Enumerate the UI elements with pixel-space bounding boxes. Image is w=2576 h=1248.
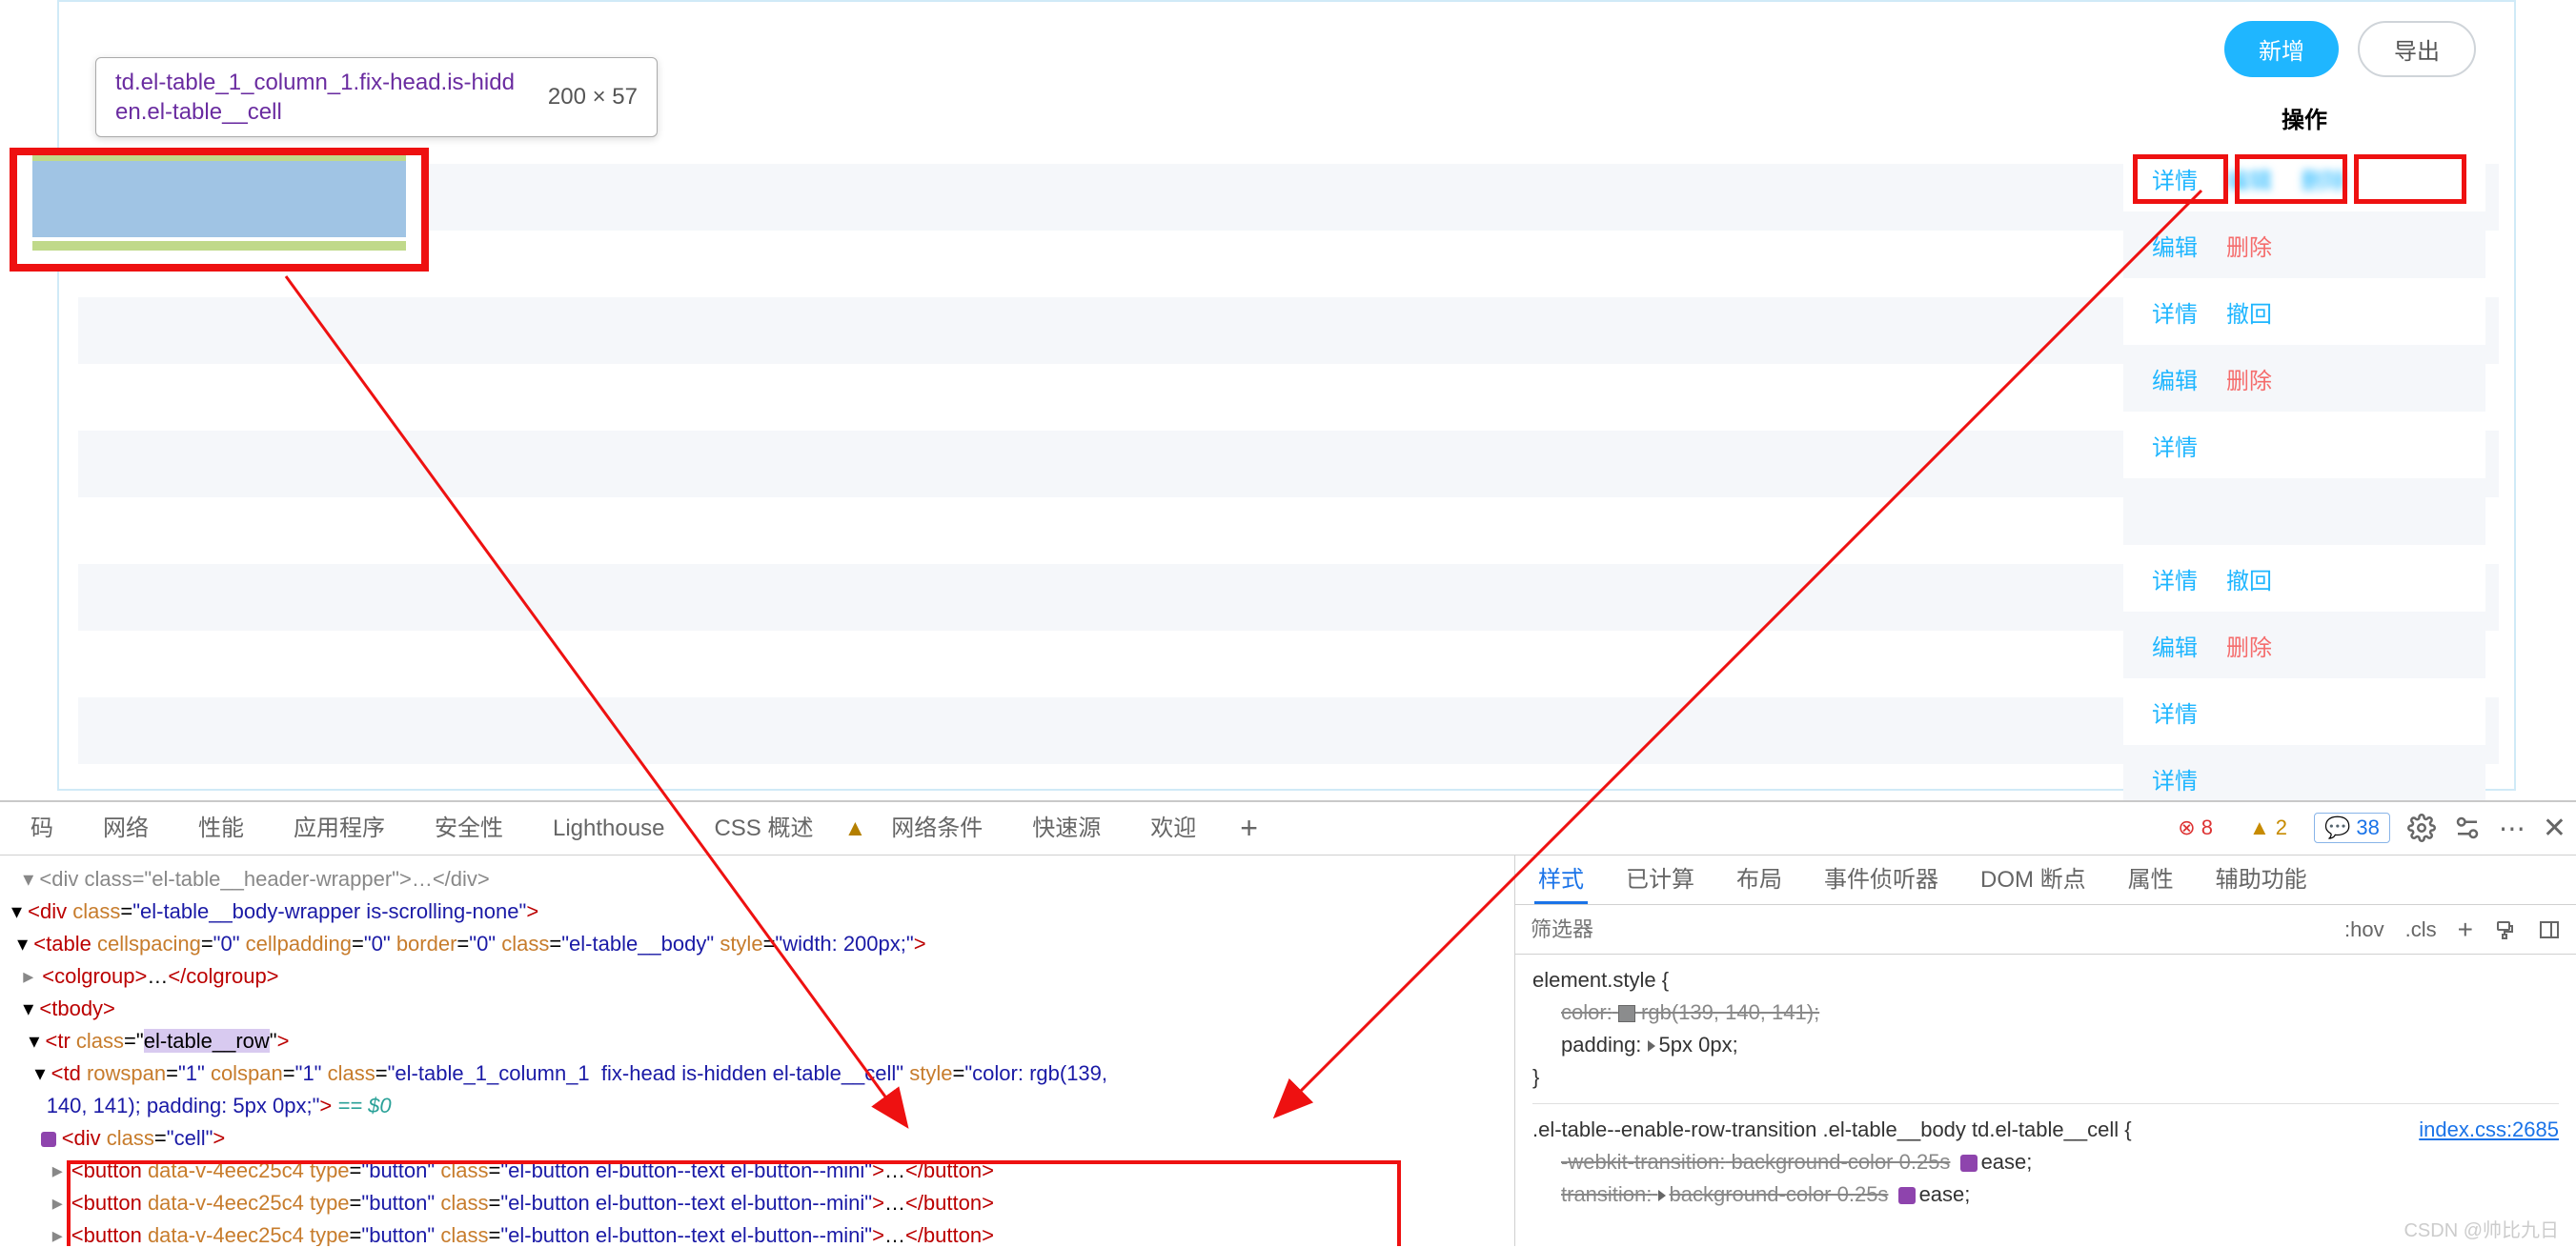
operation-column: 操作 详情编辑删除编辑删除详情撤回编辑删除详情详情撤回编辑删除详情详情 [2123, 97, 2485, 812]
error-badge[interactable]: ⊗ 8 [2168, 814, 2222, 842]
action-link[interactable]: 详情 [2152, 762, 2198, 795]
action-link[interactable]: 详情 [2152, 295, 2198, 329]
action-link[interactable]: 删除 [2226, 362, 2272, 395]
source-link[interactable]: index.css:2685 [2419, 1114, 2559, 1146]
styles-subtab[interactable]: 已计算 [1622, 856, 1698, 904]
export-button[interactable]: 导出 [2358, 21, 2476, 77]
devtools-tabs: 码网络性能应用程序安全性LighthouseCSS 概述▲网络条件快速源欢迎 +… [0, 802, 2576, 855]
styles-pane: 样式已计算布局事件侦听器 DOM 断点属性辅助功能 :hov .cls + ele… [1515, 855, 2576, 1246]
operation-row: 编辑删除 [2123, 612, 2485, 678]
watermark: CSDN @帅比九日 [2404, 1215, 2559, 1242]
new-rule-icon[interactable]: + [2458, 915, 2473, 945]
action-link[interactable]: 编辑 [2152, 229, 2198, 262]
devtools-tab[interactable]: 网络 [78, 815, 173, 841]
operation-row: 详情撤回 [2123, 278, 2485, 345]
styles-subtab[interactable]: 事件侦听器 [1820, 856, 1942, 904]
devtools-tab[interactable]: CSS 概述 [689, 815, 838, 841]
devtools-tab[interactable]: Lighthouse [528, 815, 689, 841]
tooltip-dimensions: 200 × 57 [548, 84, 638, 111]
dom-tree-pane[interactable]: ▾ <div class="el-table__header-wrapper">… [0, 855, 1515, 1246]
close-icon[interactable]: ✕ [2543, 812, 2566, 845]
styles-subtabs: 样式已计算布局事件侦听器 DOM 断点属性辅助功能 [1515, 855, 2576, 905]
add-button[interactable]: 新增 [2224, 21, 2339, 77]
devtools-tab[interactable]: 应用程序 [269, 815, 410, 841]
highlight-box [67, 1160, 1401, 1246]
cls-toggle[interactable]: .cls [2405, 917, 2437, 942]
computed-sidebar-icon[interactable] [2538, 918, 2561, 941]
devtools-tab[interactable]: 快速源 [1007, 815, 1126, 841]
inspected-cell-highlight [10, 148, 429, 272]
styles-filter-input[interactable] [1531, 917, 1816, 942]
highlight-box [2133, 154, 2228, 204]
operation-row: 详情 [2123, 412, 2485, 478]
highlight-box [2354, 154, 2466, 204]
action-link[interactable]: 编辑 [2152, 362, 2198, 395]
highlight-box [2235, 154, 2347, 204]
action-link[interactable]: 撤回 [2226, 295, 2272, 329]
action-link[interactable]: 撤回 [2226, 562, 2272, 595]
add-tab-icon[interactable]: + [1221, 811, 1277, 846]
tooltip-selector: td.el-table_1_column_1.fix-head.is-hidde… [115, 68, 525, 127]
devtools-tab[interactable]: 码 [6, 815, 78, 841]
operation-header: 操作 [2123, 97, 2485, 145]
action-link[interactable]: 详情 [2152, 562, 2198, 595]
styles-subtab[interactable]: 辅助功能 [2212, 856, 2311, 904]
message-badge[interactable]: 💬 38 [2314, 813, 2390, 843]
gear-icon[interactable] [2407, 814, 2436, 842]
action-link[interactable]: 删除 [2226, 629, 2272, 662]
customize-icon[interactable] [2453, 814, 2482, 842]
action-link[interactable]: 详情 [2152, 695, 2198, 729]
devtools-tab[interactable]: 网络条件 [866, 815, 1007, 841]
styles-subtab[interactable]: DOM 断点 [1977, 856, 2090, 904]
style-rules[interactable]: element.style { color: rgb(139, 140, 141… [1515, 955, 2576, 1220]
styles-subtab[interactable]: 样式 [1534, 856, 1588, 904]
operation-row [2123, 478, 2485, 545]
warning-badge[interactable]: ▲ 2 [2240, 814, 2297, 842]
operation-row: 编辑删除 [2123, 211, 2485, 278]
action-link[interactable]: 编辑 [2152, 629, 2198, 662]
operation-row: 详情撤回 [2123, 545, 2485, 612]
action-link[interactable]: 删除 [2226, 229, 2272, 262]
action-link[interactable]: 详情 [2152, 429, 2198, 462]
hov-toggle[interactable]: :hov [2344, 917, 2384, 942]
more-icon[interactable]: ⋯ [2499, 813, 2525, 844]
operation-row: 详情 [2123, 678, 2485, 745]
devtools-panel: 码网络性能应用程序安全性LighthouseCSS 概述▲网络条件快速源欢迎 +… [0, 800, 2576, 1248]
element-tooltip: td.el-table_1_column_1.fix-head.is-hidde… [95, 57, 658, 137]
styles-subtab[interactable]: 布局 [1733, 856, 1786, 904]
devtools-tab[interactable]: 安全性 [410, 815, 528, 841]
operation-row: 编辑删除 [2123, 345, 2485, 412]
paint-icon[interactable] [2494, 918, 2517, 941]
devtools-tab[interactable]: 欢迎 [1126, 815, 1221, 841]
styles-subtab[interactable]: 属性 [2124, 856, 2178, 904]
devtools-tab[interactable]: 性能 [173, 815, 269, 841]
